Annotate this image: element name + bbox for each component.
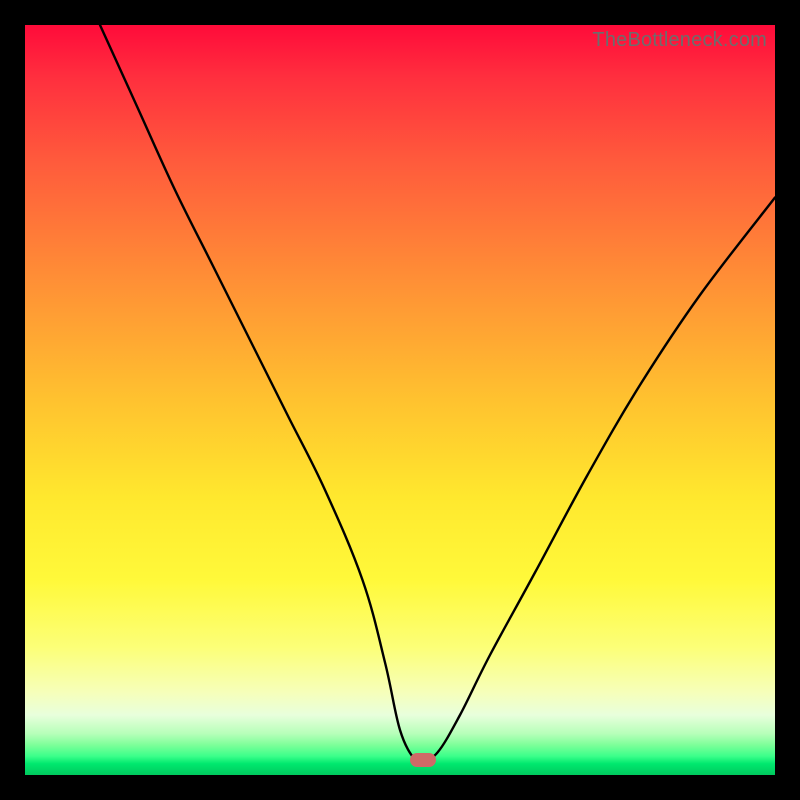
chart-frame: TheBottleneck.com: [0, 0, 800, 800]
optimal-point-marker: [410, 753, 436, 767]
plot-area: TheBottleneck.com: [25, 25, 775, 775]
bottleneck-curve: [25, 25, 775, 775]
